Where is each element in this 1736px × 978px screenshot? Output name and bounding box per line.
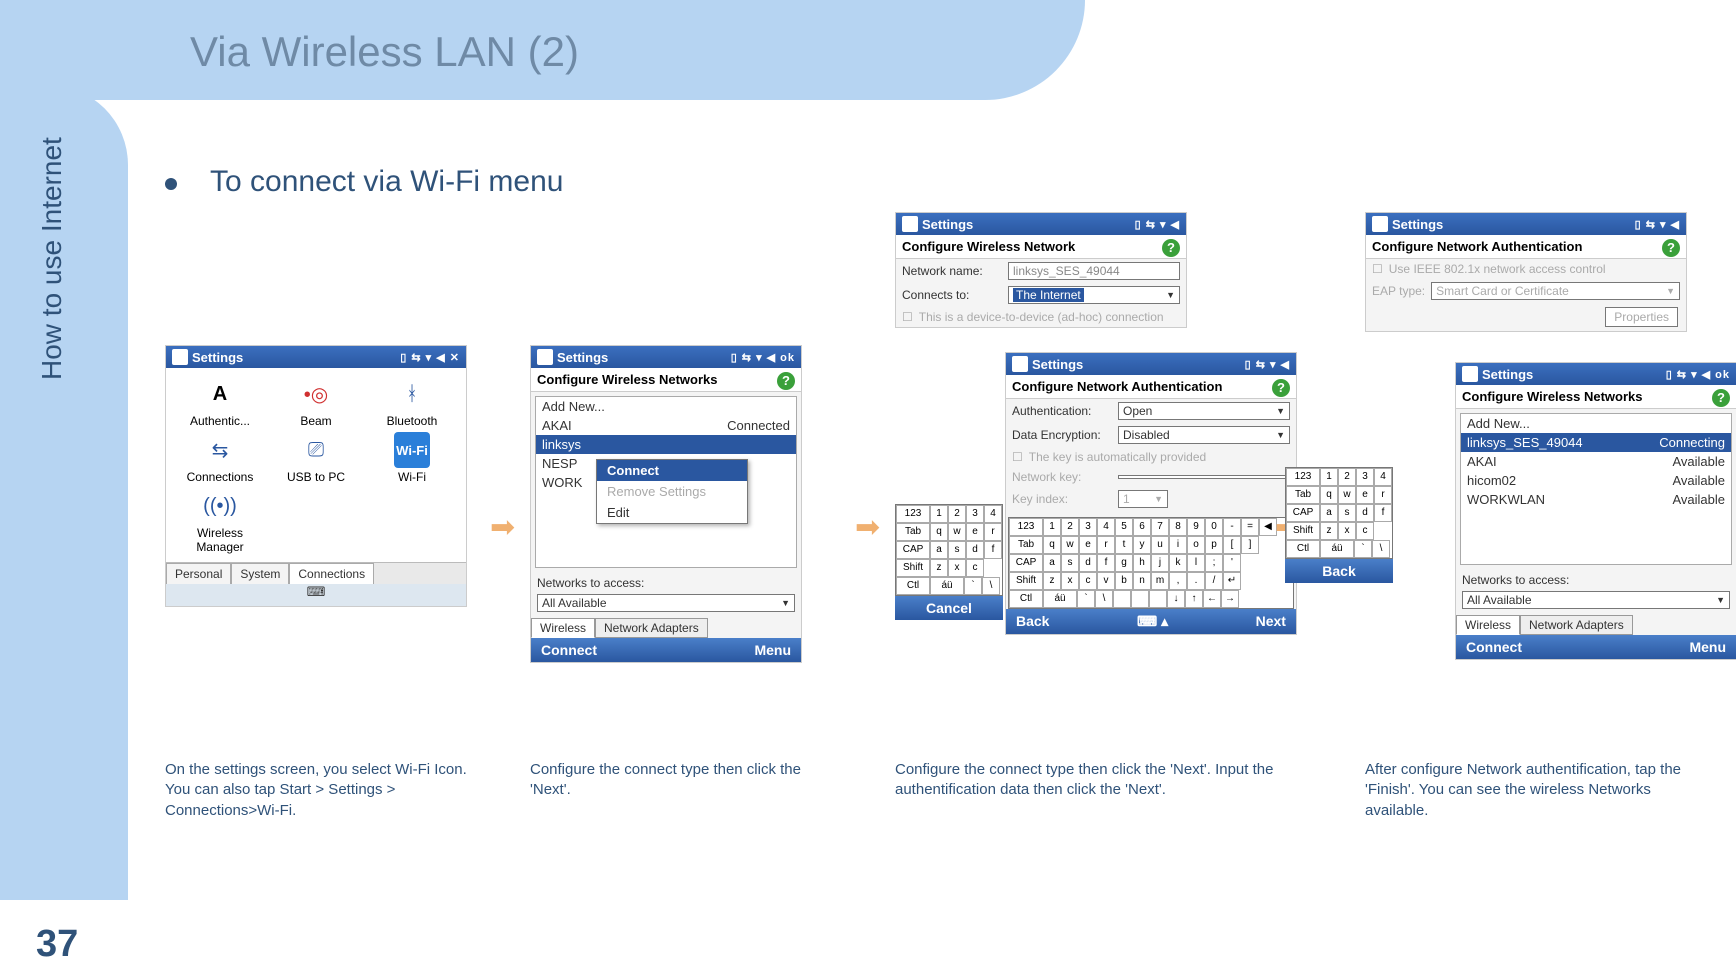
- list-item[interactable]: AKAIConnected: [536, 416, 796, 435]
- caption-3: Configure the connect type then click th…: [895, 760, 1295, 801]
- help-icon[interactable]: ?: [777, 372, 795, 390]
- tab-personal[interactable]: Personal: [166, 563, 231, 584]
- context-menu: Connect Remove Settings Edit: [596, 459, 748, 524]
- caption-4: After configure Network authentification…: [1365, 760, 1715, 821]
- tab-connections[interactable]: Connections: [289, 563, 374, 584]
- caption-1: On the settings screen, you select Wi-Fi…: [165, 760, 485, 821]
- slide: Via Wireless LAN (2) How to use Internet…: [0, 0, 1736, 978]
- key-input: [1118, 475, 1290, 479]
- list-item-selected[interactable]: linksys: [536, 435, 796, 454]
- start-icon[interactable]: [172, 349, 188, 365]
- enc-select[interactable]: Disabled▼: [1118, 426, 1290, 444]
- list-item[interactable]: AKAIAvailable: [1461, 452, 1731, 471]
- icon-usb[interactable]: ⎚USB to PC: [270, 432, 362, 484]
- help-icon[interactable]: ?: [1162, 239, 1180, 257]
- keyidx-select: 1▼: [1118, 490, 1168, 508]
- netname-input[interactable]: linksys_SES_49044: [1008, 262, 1180, 280]
- cancel-button[interactable]: Cancel: [926, 600, 972, 616]
- start-icon[interactable]: [902, 216, 918, 232]
- page-title: Via Wireless LAN (2): [190, 28, 579, 76]
- list-item[interactable]: hicom02Available: [1461, 471, 1731, 490]
- help-icon[interactable]: ?: [1662, 239, 1680, 257]
- status-icons: ▯ ⇆ ▾ ◀ ok: [731, 351, 795, 364]
- tab-wireless[interactable]: Wireless: [1456, 615, 1520, 635]
- connects-label: Connects to:: [902, 288, 1002, 302]
- bottom-tabs: Wireless Network Adapters: [531, 618, 801, 638]
- connect-button[interactable]: Connect: [1466, 639, 1522, 655]
- bottom-tabs: Personal System Connections: [166, 562, 466, 584]
- tab-wireless[interactable]: Wireless: [531, 618, 595, 638]
- menu-bar: Connect Menu: [531, 638, 801, 662]
- screenshot-group-3: Settings▯ ⇆ ▾ ◀ Configure Wireless Netwo…: [895, 212, 1255, 328]
- back-button[interactable]: Back: [1322, 563, 1355, 579]
- ctx-edit[interactable]: Edit: [597, 502, 747, 523]
- autokey-check: ☐The key is automatically provided: [1006, 447, 1296, 467]
- screenshot-auth: Settings▯ ⇆ ▾ ◀ Configure Network Authen…: [1005, 352, 1297, 635]
- ctx-remove: Remove Settings: [597, 481, 747, 502]
- heading: To connect via Wi-Fi menu: [210, 165, 563, 199]
- icon-authentic[interactable]: AAuthentic...: [174, 376, 266, 428]
- titlebar: Settings ▯ ⇆ ▾ ◀ ok: [531, 346, 801, 368]
- bullet-icon: [165, 178, 177, 190]
- tab-adapters[interactable]: Network Adapters: [595, 618, 708, 638]
- onscreen-keyboard-partial[interactable]: 1231234TabqwerCAPasdfShiftzxcCtláü`\: [1285, 467, 1393, 559]
- connect-button[interactable]: Connect: [541, 642, 597, 658]
- tab-adapters[interactable]: Network Adapters: [1520, 615, 1633, 635]
- list-item[interactable]: WORKWLANAvailable: [1461, 490, 1731, 509]
- start-icon[interactable]: [537, 349, 553, 365]
- list-item-selected[interactable]: linksys_SES_49044Connecting: [1461, 433, 1731, 452]
- screenshot-configure-network: Settings▯ ⇆ ▾ ◀ Configure Wireless Netwo…: [895, 212, 1187, 328]
- add-new[interactable]: Add New...: [536, 397, 796, 416]
- sip-bar[interactable]: ⌨: [166, 584, 466, 606]
- ctx-connect[interactable]: Connect: [597, 460, 747, 481]
- connects-select[interactable]: The Internet▼: [1008, 286, 1180, 304]
- menu-button[interactable]: Menu: [1689, 639, 1726, 655]
- ieee-check: ☐Use IEEE 802.1x network access control: [1366, 259, 1686, 279]
- side-label: How to use Internet: [36, 137, 68, 380]
- tab-system[interactable]: System: [231, 563, 289, 584]
- network-list[interactable]: Add New... AKAIConnected linksys NESP WO…: [535, 396, 797, 568]
- onscreen-keyboard[interactable]: 1231234567890-=◀Tabqwertyuiop[]CAPasdfgh…: [1008, 517, 1294, 609]
- screenshot-networks-final: Settings▯ ⇆ ▾ ◀ ok Configure Wireless Ne…: [1455, 362, 1736, 660]
- icon-wifi[interactable]: Wi-FiWi-Fi: [366, 432, 458, 484]
- adhoc-check: ☐This is a device-to-device (ad-hoc) con…: [896, 307, 1186, 327]
- next-button[interactable]: Next: [1256, 613, 1286, 630]
- settings-grid: AAuthentic... •◎Beam ᚼBluetooth ⇆Connect…: [166, 368, 466, 562]
- status-icons: ▯ ⇆ ▾ ◀ ✕: [400, 351, 460, 364]
- screenshot-eap: Settings▯ ⇆ ▾ ◀ Configure Network Authen…: [1365, 212, 1687, 332]
- screenshot-group-4: Settings▯ ⇆ ▾ ◀ Configure Network Authen…: [1365, 212, 1715, 332]
- help-icon[interactable]: ?: [1272, 379, 1290, 397]
- help-icon[interactable]: ?: [1712, 389, 1730, 407]
- page-number: 37: [36, 923, 78, 966]
- section-header: Configure Wireless Networks?: [531, 368, 801, 392]
- icon-wireless-manager[interactable]: ((•))Wireless Manager: [174, 488, 266, 554]
- properties-button: Properties: [1605, 307, 1678, 327]
- arrow-icon: ➡: [855, 510, 880, 545]
- net-access-label: Networks to access:: [531, 572, 801, 594]
- onscreen-keyboard-partial[interactable]: 1231234TabqwerCAPasdfShiftzxcCtláü`\: [895, 504, 1003, 596]
- partial-keyboard: 1231234TabqwerCAPasdfShiftzxcCtláü`\ Bac…: [1285, 467, 1393, 583]
- menu-button[interactable]: Menu: [754, 642, 791, 658]
- titlebar: Settings ▯ ⇆ ▾ ◀ ✕: [166, 346, 466, 368]
- eap-select: Smart Card or Certificate▼: [1431, 282, 1680, 300]
- titlebar-text: Settings: [192, 350, 243, 365]
- netname-label: Network name:: [902, 264, 1002, 278]
- partial-keyboard: 1231234TabqwerCAPasdfShiftzxcCtláü`\ Can…: [895, 504, 1003, 620]
- auth-select[interactable]: Open▼: [1118, 402, 1290, 420]
- screenshot-configure-networks: Settings ▯ ⇆ ▾ ◀ ok Configure Wireless N…: [530, 345, 802, 663]
- icon-connections[interactable]: ⇆Connections: [174, 432, 266, 484]
- start-icon[interactable]: [1372, 216, 1388, 232]
- start-icon[interactable]: [1012, 356, 1028, 372]
- start-icon[interactable]: [1462, 366, 1478, 382]
- network-list[interactable]: Add New... linksys_SES_49044Connecting A…: [1460, 413, 1732, 565]
- icon-bluetooth[interactable]: ᚼBluetooth: [366, 376, 458, 428]
- net-access-select[interactable]: All Available▼: [537, 594, 795, 612]
- arrow-icon: ➡: [490, 510, 515, 545]
- back-button[interactable]: Back: [1016, 613, 1049, 630]
- screenshot-settings-grid: Settings ▯ ⇆ ▾ ◀ ✕ AAuthentic... •◎Beam …: [165, 345, 467, 607]
- icon-beam[interactable]: •◎Beam: [270, 376, 362, 428]
- add-new[interactable]: Add New...: [1461, 414, 1731, 433]
- caption-2: Configure the connect type then click th…: [530, 760, 810, 801]
- net-access-select[interactable]: All Available▼: [1462, 591, 1730, 609]
